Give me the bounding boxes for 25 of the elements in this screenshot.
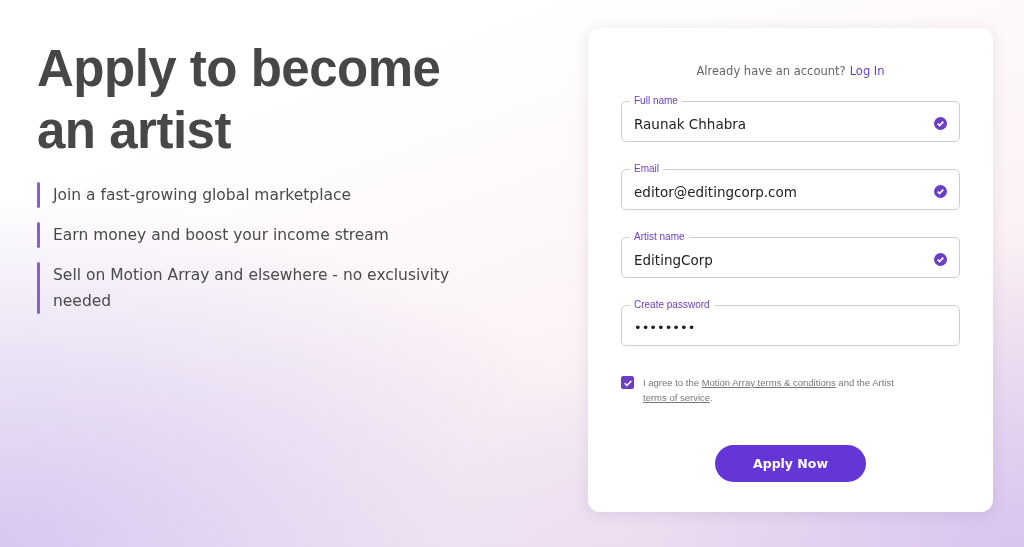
field-value: •••••••• bbox=[634, 320, 697, 335]
accent-bar bbox=[37, 222, 40, 248]
benefit-text: Join a fast-growing global marketplace bbox=[53, 185, 352, 206]
accent-bar bbox=[37, 182, 40, 208]
accent-bar bbox=[37, 262, 40, 314]
login-prompt: Already have an account? bbox=[696, 64, 846, 78]
login-link[interactable]: Log In bbox=[849, 64, 885, 78]
field-label: Create password bbox=[633, 299, 711, 311]
input-field[interactable]: Full name Raunak Chhabra bbox=[621, 95, 960, 142]
field-value: EditingCorp bbox=[634, 251, 714, 268]
checkbox[interactable] bbox=[621, 376, 634, 389]
field-value: Raunak Chhabra bbox=[634, 115, 748, 132]
page-heading: Apply to become an artist bbox=[37, 39, 442, 161]
benefit-text: Earn money and boost your income stream bbox=[53, 225, 389, 246]
benefit-text: Sell on Motion Array and elsewhere - no exclusivity needed bbox=[53, 265, 451, 312]
field-label: Full name bbox=[633, 95, 679, 107]
input-field[interactable]: Email editor@editingcorp.com bbox=[621, 163, 960, 210]
terms-link[interactable]: Motion Array terms & conditions bbox=[701, 377, 836, 388]
field-label: Artist name bbox=[633, 231, 686, 243]
input-field[interactable]: Artist name EditingCorp bbox=[621, 231, 960, 278]
apply-button[interactable]: Apply Now bbox=[715, 445, 866, 482]
field-value: editor@editingcorp.com bbox=[634, 183, 798, 200]
field-label: Email bbox=[633, 163, 660, 175]
agreement-text: I agree to the Motion Array terms & conditions and the Artist terms of service. bbox=[643, 376, 895, 405]
input-field[interactable]: Create password •••••••• bbox=[621, 299, 960, 346]
